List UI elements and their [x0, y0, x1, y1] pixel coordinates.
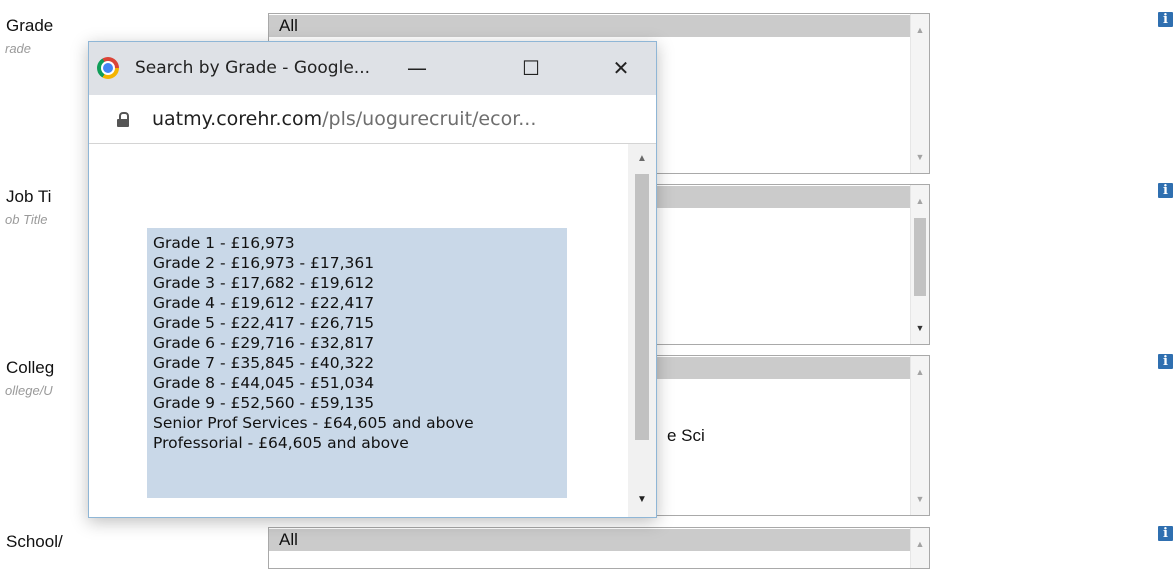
scroll-down-arrow-icon[interactable]: ▼ — [911, 320, 929, 336]
grade-list-item[interactable]: Senior Prof Services - £64,605 and above — [147, 413, 567, 433]
job-title-select-scrollbar[interactable]: ▲ ▼ — [910, 185, 929, 344]
scroll-thumb[interactable] — [635, 174, 649, 440]
school-option-all[interactable]: All — [269, 529, 911, 551]
scroll-down-arrow-icon[interactable]: ▼ — [911, 149, 929, 165]
grade-option-all[interactable]: All — [269, 15, 911, 37]
college-sublabel: ollege/U — [5, 383, 53, 398]
grade-list-item[interactable]: Professorial - £64,605 and above — [147, 433, 567, 453]
address-bar[interactable]: uatmy.corehr.com/pls/uogurecruit/ecor... — [89, 95, 656, 144]
url-text[interactable]: uatmy.corehr.com/pls/uogurecruit/ecor... — [152, 108, 536, 130]
close-button[interactable]: ✕ — [601, 52, 641, 84]
scroll-up-arrow-icon[interactable]: ▲ — [911, 364, 929, 380]
grade-list-item[interactable]: Grade 4 - £19,612 - £22,417 — [147, 293, 567, 313]
url-path: /pls/uogurecruit/ecor... — [322, 108, 537, 130]
job-title-info-icon[interactable]: i — [1158, 183, 1173, 198]
search-by-grade-popup-window[interactable]: Search by Grade - Google... — ☐ ✕ uatmy.… — [88, 41, 657, 518]
grade-list-item[interactable]: Grade 3 - £17,682 - £19,612 — [147, 273, 567, 293]
popup-vertical-scrollbar[interactable]: ▲ ▼ — [628, 144, 656, 517]
lock-icon[interactable] — [117, 112, 129, 127]
grade-info-icon[interactable]: i — [1158, 12, 1173, 27]
grade-list-item[interactable]: Grade 6 - £29,716 - £32,817 — [147, 333, 567, 353]
college-select-scrollbar[interactable]: ▲ ▼ — [910, 356, 929, 515]
scroll-thumb[interactable] — [914, 218, 926, 296]
scroll-down-arrow-icon[interactable]: ▼ — [628, 491, 656, 509]
scroll-up-arrow-icon[interactable]: ▲ — [911, 193, 929, 209]
job-title-sublabel: ob Title — [5, 212, 48, 227]
grade-label: Grade — [6, 16, 54, 35]
school-select-scrollbar[interactable]: ▲ — [910, 528, 929, 568]
grade-list[interactable]: Grade 1 - £16,973 Grade 2 - £16,973 - £17… — [147, 228, 567, 498]
grade-list-item[interactable]: Grade 5 - £22,417 - £26,715 — [147, 313, 567, 333]
grade-list-item[interactable]: Grade 1 - £16,973 — [147, 233, 567, 253]
scroll-up-arrow-icon[interactable]: ▲ — [628, 150, 656, 168]
school-select[interactable]: All ▲ — [268, 527, 930, 569]
minimize-button[interactable]: — — [397, 52, 437, 84]
grade-list-item[interactable]: Grade 7 - £35,845 - £40,322 — [147, 353, 567, 373]
college-label: Colleg — [6, 358, 55, 377]
scroll-up-arrow-icon[interactable]: ▲ — [911, 22, 929, 38]
grade-list-item[interactable]: Grade 2 - £16,973 - £17,361 — [147, 253, 567, 273]
scroll-down-arrow-icon[interactable]: ▼ — [911, 491, 929, 507]
job-title-label: Job Ti — [6, 187, 52, 206]
grade-list-item[interactable]: Grade 8 - £44,045 - £51,034 — [147, 373, 567, 393]
popup-content: Grade 1 - £16,973 Grade 2 - £16,973 - £17… — [89, 144, 656, 517]
college-option-partial-text[interactable]: e Sci — [667, 425, 705, 447]
grade-sublabel: rade — [5, 41, 32, 56]
popup-titlebar[interactable]: Search by Grade - Google... — ☐ ✕ — [89, 42, 656, 95]
url-host: uatmy.corehr.com — [152, 108, 323, 130]
maximize-button[interactable]: ☐ — [511, 52, 551, 84]
grade-select-scrollbar[interactable]: ▲ ▼ — [910, 14, 929, 173]
chrome-logo-icon — [97, 57, 119, 79]
school-label: School/ — [6, 532, 63, 551]
school-info-icon[interactable]: i — [1158, 526, 1173, 541]
grade-list-item[interactable]: Grade 9 - £52,560 - £59,135 — [147, 393, 567, 413]
college-info-icon[interactable]: i — [1158, 354, 1173, 369]
popup-window-title: Search by Grade - Google... — [135, 58, 370, 78]
